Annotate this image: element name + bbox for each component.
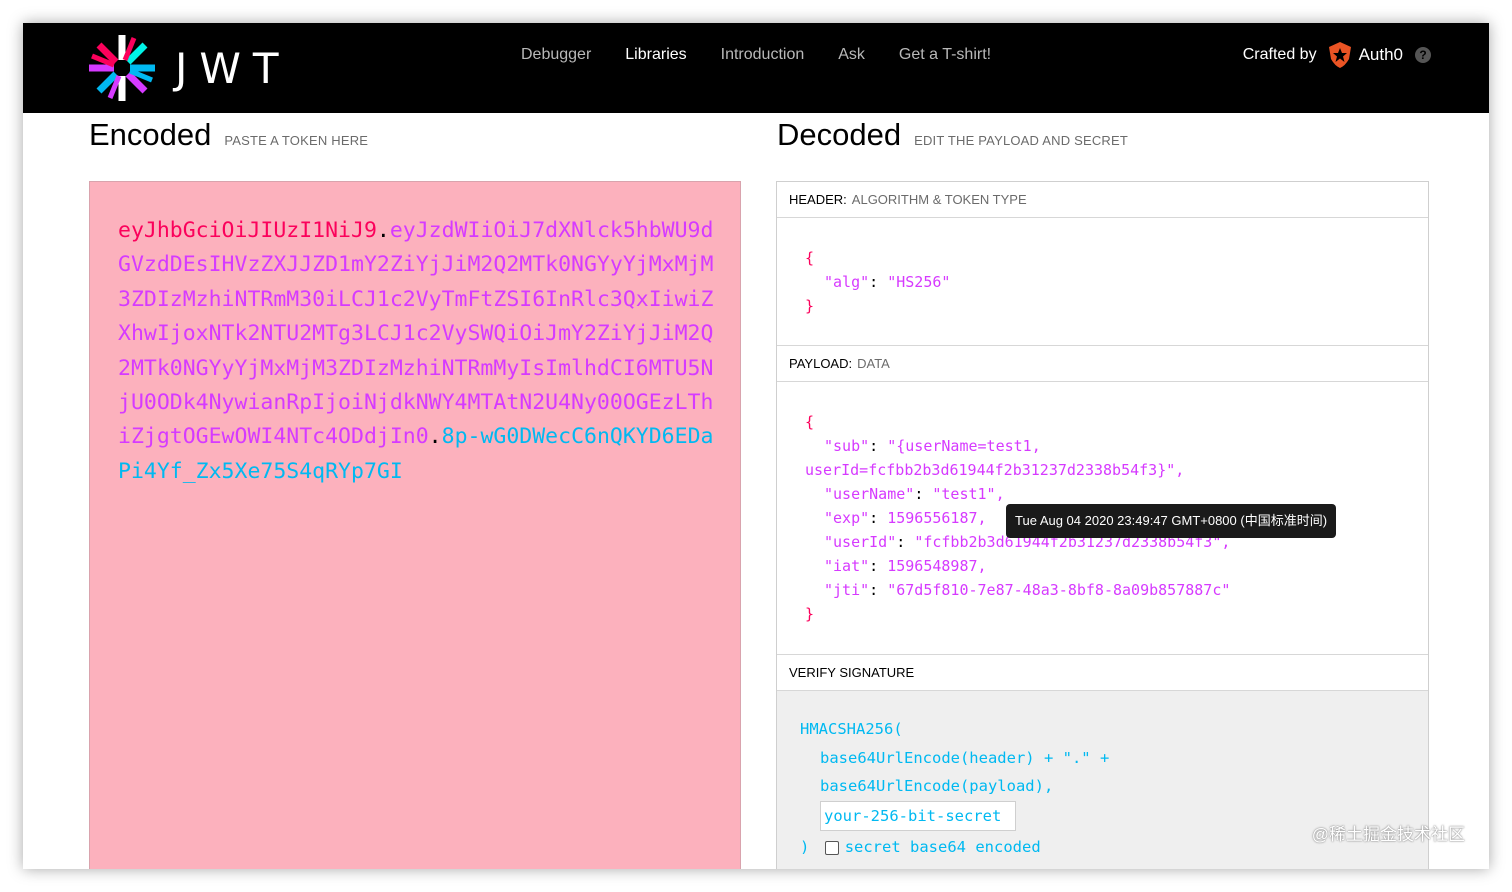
json-value: userId=fcfbb2b3d61944f2b31237d2338b54f3}…: [805, 461, 1185, 479]
auth0-shield-icon: [1328, 42, 1351, 68]
top-navbar: JWT Debugger Libraries Introduction Ask …: [23, 23, 1489, 113]
token-header-part: eyJhbGciOiJIUzI1NiJ9: [118, 218, 377, 243]
payload-json-editor[interactable]: { "sub": "{userName=test1, userId=fcfbb2…: [777, 382, 1428, 655]
json-value: "{userName=test1,: [887, 437, 1041, 455]
json-line-iat: "iat": 1596548987,: [824, 557, 987, 575]
payload-section-title: PAYLOAD: DATA: [777, 346, 1428, 382]
json-key: "sub": [824, 437, 870, 455]
nav-tshirt[interactable]: Get a T-shirt!: [899, 46, 991, 64]
encoded-title: Encoded: [89, 117, 212, 152]
json-key: "exp": [824, 509, 870, 527]
encoded-heading: Encoded PASTE A TOKEN HERE: [89, 117, 368, 153]
decoded-title: Decoded: [777, 117, 902, 152]
json-key: "alg": [824, 273, 870, 291]
auth0-label: Auth0: [1358, 45, 1403, 64]
token-text[interactable]: eyJhbGciOiJIUzI1NiJ9.eyJzdWIiOiJ7dXNlck5…: [118, 214, 718, 489]
encoded-token-editor[interactable]: eyJhbGciOiJIUzI1NiJ9.eyJzdWIiOiJ7dXNlck5…: [89, 181, 741, 869]
token-dot: .: [376, 218, 390, 243]
header-section-title: HEADER: ALGORITHM & TOKEN TYPE: [777, 182, 1428, 218]
json-key: "jti": [824, 581, 870, 599]
decoded-heading: Decoded EDIT THE PAYLOAD AND SECRET: [777, 117, 1128, 153]
json-brace: {: [805, 249, 815, 267]
logo-text: JWT: [175, 43, 291, 93]
json-brace: {: [805, 413, 815, 431]
json-value: 1596548987,: [887, 557, 987, 575]
json-brace: }: [805, 605, 815, 623]
decoded-panel: HEADER: ALGORITHM & TOKEN TYPE { "alg": …: [776, 181, 1429, 869]
header-section-sub: ALGORITHM & TOKEN TYPE: [851, 192, 1027, 207]
json-line-alg: "alg": "HS256": [824, 273, 951, 291]
base64-checkbox[interactable]: [824, 840, 839, 855]
nav-introduction[interactable]: Introduction: [721, 46, 805, 64]
crafted-by-auth0[interactable]: Crafted by Auth0 ?: [1243, 23, 1431, 87]
verify-section-title: VERIFY SIGNATURE: [777, 655, 1428, 691]
header-json-editor[interactable]: { "alg": "HS256" }: [777, 218, 1428, 346]
json-value: "test1",: [932, 485, 1005, 503]
nav-debugger[interactable]: Debugger: [521, 46, 591, 64]
json-key: "userName": [824, 485, 915, 503]
jwt-logo-icon: [89, 35, 155, 101]
help-icon[interactable]: ?: [1415, 47, 1431, 63]
nav-ask[interactable]: Ask: [838, 46, 865, 64]
base64-label[interactable]: secret base64 encoded: [845, 838, 1041, 856]
crafted-by-label: Crafted by: [1242, 46, 1317, 63]
secret-input[interactable]: [820, 801, 1016, 831]
jwt-logo[interactable]: JWT: [87, 23, 291, 113]
sig-line-payload: base64UrlEncode(payload),: [820, 777, 1054, 795]
sig-function: HMACSHA256(: [800, 720, 903, 738]
payload-section-sub: DATA: [857, 356, 890, 371]
json-line-sub: "sub": "{userName=test1,: [824, 437, 1041, 455]
token-dot: .: [428, 424, 442, 450]
nav-libraries[interactable]: Libraries: [625, 46, 686, 64]
header-section-label: HEADER:: [789, 192, 847, 207]
sig-close-paren: ): [800, 838, 810, 856]
sig-line-header: base64UrlEncode(header) + "." +: [820, 748, 1110, 767]
browser-viewport: JWT Debugger Libraries Introduction Ask …: [23, 23, 1489, 869]
payload-section-label: PAYLOAD:: [789, 356, 853, 371]
json-line-jti: "jti": "67d5f810-7e87-48a3-8bf8-8a09b857…: [824, 581, 1231, 599]
json-key: "iat": [824, 557, 870, 575]
json-value: "HS256": [887, 273, 951, 291]
decoded-subtitle: EDIT THE PAYLOAD AND SECRET: [914, 133, 1129, 148]
token-payload-part: eyJzdWIiOiJ7dXNlck5hbWU9dGVzdDEsIHVzZXJJ…: [118, 218, 714, 450]
json-value: 1596556187,: [887, 509, 987, 527]
json-value: "67d5f810-7e87-48a3-8bf8-8a09b857887c": [887, 581, 1231, 599]
verify-section-label: VERIFY SIGNATURE: [789, 665, 915, 680]
main-nav: Debugger Libraries Introduction Ask Get …: [521, 23, 1025, 87]
watermark: @稀土掘金技术社区: [1311, 825, 1465, 844]
json-line-sub-cont: userId=fcfbb2b3d61944f2b31237d2338b54f3}…: [805, 458, 1230, 482]
encoded-subtitle: PASTE A TOKEN HERE: [224, 133, 369, 148]
json-brace: }: [805, 297, 815, 315]
json-line-username: "userName": "test1",: [824, 485, 1005, 503]
json-key: "userId": [824, 533, 897, 551]
exp-date-tooltip: Tue Aug 04 2020 23:49:47 GMT+0800 (中国标准时…: [1006, 504, 1337, 538]
